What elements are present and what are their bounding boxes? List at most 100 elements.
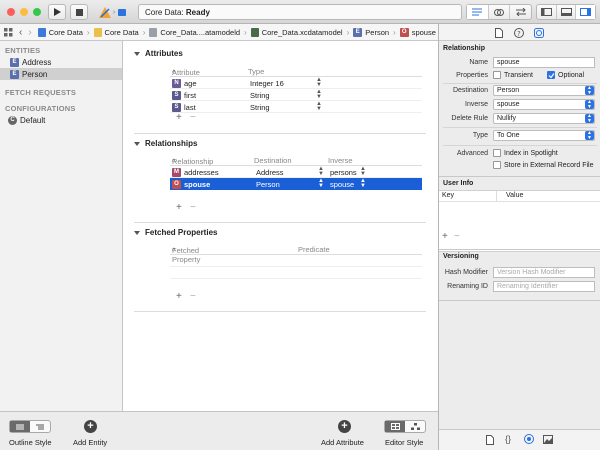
attribute-type[interactable]: String [250,103,270,112]
hierarchical-outline-icon[interactable] [30,421,50,432]
add-attribute-button[interactable]: + [338,420,351,433]
editor-style-segmented[interactable] [384,420,426,433]
inspector-separator [439,300,600,301]
utilities-toggle-icon[interactable] [576,5,596,19]
remove-attribute-minus-icon[interactable]: − [190,112,196,123]
object-library-icon[interactable] [524,434,534,444]
fetch-requests-header: FETCH REQUESTS [5,88,77,97]
attribute-row[interactable]: Nage Integer 16 ▲ ▼ [170,77,422,89]
stop-button[interactable] [70,4,88,20]
type-popup-icon[interactable]: ▲ ▼ [316,77,322,88]
destination-popup-icon[interactable]: ▲ ▼ [318,166,324,177]
remove-fetched-property-minus-icon[interactable]: − [190,291,196,302]
relationship-row[interactable]: Maddresses Address ▲ ▼ persons ▲ ▼ [170,166,422,178]
store-external-checkbox[interactable] [493,161,501,169]
configuration-item-default[interactable]: C Default [0,114,122,126]
breadcrumb-project[interactable]: Core Data [35,27,86,37]
forward-arrow-icon[interactable]: › [25,27,34,38]
index-spotlight-checkbox[interactable] [493,149,501,157]
add-relationship-plus-icon[interactable]: + [176,202,182,213]
inverse-column-header[interactable]: Inverse [328,156,353,165]
breadcrumb-relationship[interactable]: Ospouse [397,27,439,37]
relationship-inverse[interactable]: persons [330,168,357,177]
entity-item-person[interactable]: E Person [0,68,122,80]
attribute-type[interactable]: String [250,91,270,100]
remove-relationship-minus-icon[interactable]: − [190,202,196,213]
type-popup-icon[interactable]: ▲ ▼ [316,89,322,100]
code-snippet-library-icon[interactable]: {} [505,434,511,444]
scheme-selector[interactable]: › [93,4,133,20]
assistant-editor-icon[interactable] [489,5,511,19]
close-window-button[interactable] [7,8,15,16]
attributes-section-toggle[interactable]: Attributes [134,49,183,58]
inverse-popup-icon[interactable]: ▲ ▼ [360,178,366,189]
key-column-header[interactable]: Key [442,192,454,199]
attribute-type-icon: S [172,91,181,100]
relationship-destination[interactable]: Person [256,180,280,189]
index-spotlight-label: Index in Spotlight [504,150,558,157]
breadcrumb-group[interactable]: Core Data [91,27,142,37]
breadcrumb-entity[interactable]: E Person [350,27,392,37]
editor-mode-segmented[interactable] [466,4,532,20]
destination-popup-icon[interactable]: ▲ ▼ [318,178,324,189]
zoom-window-button[interactable] [33,8,41,16]
attribute-row[interactable]: Sfirst String ▲ ▼ [170,89,422,101]
hash-modifier-field[interactable]: Version Hash Modifier [493,267,595,278]
optional-checkbox[interactable] [547,71,555,79]
quick-help-icon[interactable]: ? [514,28,524,38]
minimize-window-button[interactable] [20,8,28,16]
destination-column-header[interactable]: Destination [254,156,292,165]
graph-style-icon[interactable] [405,421,425,432]
table-style-icon[interactable] [385,421,405,432]
debug-area-toggle-icon[interactable] [557,5,577,19]
file-inspector-icon[interactable] [495,28,503,38]
media-library-icon[interactable] [543,435,553,444]
delete-rule-popup[interactable]: Nullify ▲ ▼ [493,113,595,124]
standard-editor-icon[interactable] [467,5,489,19]
relationship-type-icon: O [172,180,181,189]
relationship-row-selected[interactable]: Ospouse Person ▲ ▼ spouse ▲ ▼ [170,178,422,190]
add-attribute-plus-icon[interactable]: + [176,112,182,123]
user-info-table[interactable]: Key Value [439,190,600,252]
remove-user-info-minus-icon[interactable]: − [454,231,460,242]
navigator-toggle-icon[interactable] [537,5,557,19]
breadcrumb-label: Core Data [48,27,83,37]
transient-checkbox[interactable] [493,71,501,79]
version-editor-icon[interactable] [510,5,531,19]
predicate-column-header[interactable]: Predicate [298,245,330,254]
delete-rule-value: Nullify [497,115,517,122]
flat-outline-icon[interactable] [10,421,30,432]
type-column-header[interactable]: Type [248,67,264,76]
attribute-type[interactable]: Integer 16 [250,79,284,88]
back-arrow-icon[interactable]: ‹ [16,27,25,38]
relationship-destination[interactable]: Address [256,168,284,177]
data-model-inspector-icon[interactable] [534,28,544,38]
related-items-icon[interactable] [0,27,16,37]
outline-style-segmented[interactable] [9,420,51,433]
renaming-id-field[interactable]: Renaming Identifier [493,281,595,292]
xcode-app-icon [98,6,111,18]
destination-popup[interactable]: Person ▲ ▼ [493,85,595,96]
type-popup[interactable]: To One ▲ ▼ [493,130,595,141]
attribute-row[interactable]: Slast String ▲ ▼ [170,101,422,113]
breadcrumb-model[interactable]: Core_Data.xcdatamodel [248,27,346,37]
file-template-library-icon[interactable] [486,435,494,445]
relationship-inverse[interactable]: spouse [330,180,354,189]
view-toggle-segmented[interactable] [536,4,596,20]
entity-item-address[interactable]: E Address [0,56,122,68]
relationships-section-toggle[interactable]: Relationships [134,139,197,148]
inspector-separator [443,83,597,84]
add-fetched-property-plus-icon[interactable]: + [176,291,182,302]
add-user-info-plus-icon[interactable]: + [442,231,448,242]
add-entity-button[interactable]: + [84,420,97,433]
inverse-popup[interactable]: spouse ▲ ▼ [493,99,595,110]
value-column-header[interactable]: Value [506,192,523,199]
inverse-popup-icon[interactable]: ▲ ▼ [360,166,366,177]
name-field[interactable]: spouse [493,57,595,68]
type-popup-icon[interactable]: ▲ ▼ [316,101,322,112]
breadcrumb-model-bundle[interactable]: Core_Data....atamodeld [146,27,243,37]
fetched-properties-section-toggle[interactable]: Fetched Properties [134,228,217,237]
run-button[interactable] [48,4,66,20]
attribute-type-icon: N [172,79,181,88]
attribute-name: age [184,79,197,88]
